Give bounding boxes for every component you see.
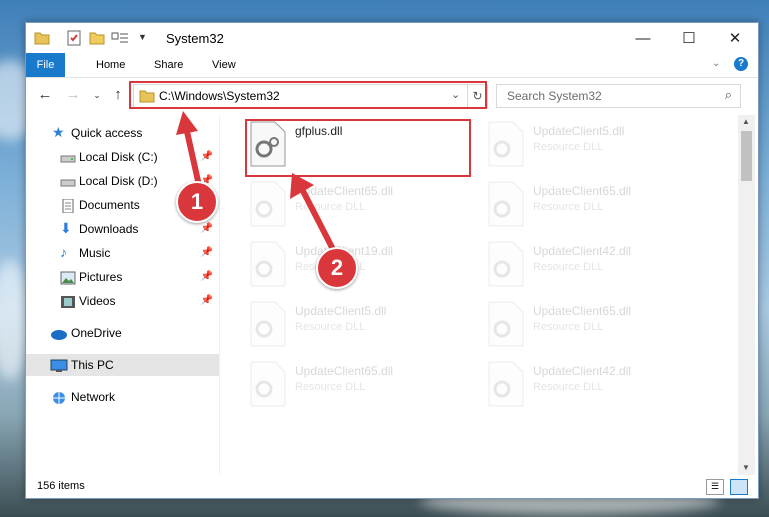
sidebar-item-videos[interactable]: Videos 📌 xyxy=(26,290,219,312)
dll-file-icon xyxy=(487,121,525,167)
scrollbar-thumb[interactable] xyxy=(741,131,752,181)
drive-icon xyxy=(60,174,76,188)
chevron-down-icon[interactable]: ▼ xyxy=(138,32,154,48)
sidebar-item-label: OneDrive xyxy=(71,326,122,340)
file-item[interactable]: UpdateClient42.dll Resource DLL xyxy=(487,241,712,289)
network-icon xyxy=(50,390,66,404)
file-item[interactable]: UpdateClient5.dll Resource DLL xyxy=(487,121,712,169)
file-type: Resource DLL xyxy=(533,381,604,393)
dll-file-icon xyxy=(487,181,525,227)
sidebar-item-this-pc[interactable]: This PC xyxy=(26,354,219,376)
file-name: UpdateClient65.dll xyxy=(533,304,632,318)
sidebar-item-label: Local Disk (D:) xyxy=(79,174,158,188)
customize-toolbar-icon[interactable] xyxy=(111,30,128,46)
recent-locations-chevron-icon[interactable]: ⌄ xyxy=(88,86,106,104)
step-2-badge: 2 xyxy=(316,247,358,289)
dll-file-icon xyxy=(487,241,525,287)
tab-file[interactable]: File xyxy=(26,53,65,77)
large-icons-view-icon[interactable] xyxy=(730,479,748,495)
search-input[interactable]: Search System32 xyxy=(507,89,602,103)
pin-icon[interactable]: 📌 xyxy=(201,290,213,312)
close-button[interactable]: ✕ xyxy=(712,23,758,53)
file-name: UpdateClient5.dll xyxy=(533,124,625,138)
tab-share[interactable]: Share xyxy=(142,53,195,77)
forward-arrow-icon[interactable]: → xyxy=(64,86,82,104)
tab-home[interactable]: Home xyxy=(84,53,137,77)
dll-file-icon xyxy=(249,181,287,227)
dll-file-icon xyxy=(249,241,287,287)
dll-file-icon xyxy=(249,301,287,347)
title-bar: ▼ System32 — ☐ ✕ xyxy=(26,23,758,53)
file-type: Resource DLL xyxy=(533,201,604,213)
file-item[interactable]: UpdateClient65.dll Resource DLL xyxy=(487,301,712,349)
back-arrow-icon[interactable]: ← xyxy=(36,86,54,104)
sidebar-item-label: Pictures xyxy=(79,270,123,284)
file-name: UpdateClient42.dll xyxy=(533,244,632,258)
download-icon: ⬇ xyxy=(60,220,72,236)
dll-file-icon xyxy=(487,301,525,347)
scroll-down-arrow-icon[interactable]: ▼ xyxy=(742,463,750,472)
videos-icon xyxy=(60,294,76,308)
file-type: Resource DLL xyxy=(295,381,366,393)
dll-file-icon xyxy=(249,361,287,407)
file-type: Resource DLL xyxy=(533,261,604,273)
star-icon: ★ xyxy=(52,124,65,140)
file-name: UpdateClient65.dll xyxy=(295,364,394,378)
file-name: UpdateClient42.dll xyxy=(533,364,632,378)
sidebar-item-network[interactable]: Network xyxy=(26,386,219,408)
window-title: System32 xyxy=(166,31,224,46)
file-name: UpdateClient65.dll xyxy=(533,184,632,198)
address-bar-highlight xyxy=(129,81,487,109)
help-icon[interactable]: ? xyxy=(734,57,748,71)
file-item[interactable]: UpdateClient65.dll Resource DLL xyxy=(249,361,474,409)
pin-icon[interactable]: 📌 xyxy=(201,242,213,264)
sidebar-item-pictures[interactable]: Pictures 📌 xyxy=(26,266,219,288)
pictures-icon xyxy=(60,270,76,285)
properties-icon[interactable] xyxy=(66,30,82,46)
cloud-icon xyxy=(50,326,67,340)
file-item[interactable]: UpdateClient5.dll Resource DLL xyxy=(249,301,474,349)
maximize-button[interactable]: ☐ xyxy=(666,23,712,53)
new-folder-icon[interactable] xyxy=(89,30,105,46)
search-icon: ⌕ xyxy=(724,87,732,102)
minimize-button[interactable]: — xyxy=(620,23,666,53)
sidebar-item-label: Downloads xyxy=(79,222,139,236)
sidebar-item-label: Music xyxy=(79,246,111,260)
sidebar-item-label: Network xyxy=(71,390,116,404)
music-icon: ♪ xyxy=(60,244,67,260)
search-field[interactable]: Search System32 ⌕ xyxy=(496,84,741,108)
up-arrow-icon[interactable]: ↑ xyxy=(109,86,127,104)
step-1-badge: 1 xyxy=(176,181,218,223)
file-type: Resource DLL xyxy=(533,141,604,153)
documents-icon xyxy=(60,198,76,214)
file-type: Resource DLL xyxy=(295,321,366,333)
vertical-scrollbar[interactable]: ▲ ▼ xyxy=(738,115,755,475)
file-name: UpdateClient5.dll xyxy=(295,304,387,318)
sidebar-item-label: Documents xyxy=(79,198,140,212)
folder-icon xyxy=(34,30,50,46)
chevron-down-icon[interactable]: ⌄ xyxy=(712,58,720,69)
sidebar-item-label: Quick access xyxy=(71,126,143,140)
sidebar-item-music[interactable]: ♪ Music 📌 xyxy=(26,242,219,264)
sidebar-item-onedrive[interactable]: OneDrive xyxy=(26,322,219,344)
file-type: Resource DLL xyxy=(533,321,604,333)
tab-view[interactable]: View xyxy=(200,53,248,77)
file-item[interactable]: UpdateClient42.dll Resource DLL xyxy=(487,361,712,409)
scroll-up-arrow-icon[interactable]: ▲ xyxy=(742,117,750,126)
pc-icon xyxy=(50,358,68,372)
ribbon-tabs: File Home Share View ⌄ ? xyxy=(26,53,758,78)
sidebar-item-label: Videos xyxy=(79,294,116,308)
file-item[interactable]: UpdateClient65.dll Resource DLL xyxy=(487,181,712,229)
status-bar: 156 items ☰ xyxy=(26,475,758,498)
sidebar-item-label: Local Disk (C:) xyxy=(79,150,158,164)
drive-icon xyxy=(60,150,76,164)
dll-file-icon xyxy=(487,361,525,407)
details-view-icon[interactable]: ☰ xyxy=(706,479,724,495)
item-count: 156 items xyxy=(37,480,85,492)
pin-icon[interactable]: 📌 xyxy=(201,266,213,288)
sidebar-item-label: This PC xyxy=(71,358,114,372)
explorer-window: ▼ System32 — ☐ ✕ File Home Share View ⌄ … xyxy=(25,22,759,499)
